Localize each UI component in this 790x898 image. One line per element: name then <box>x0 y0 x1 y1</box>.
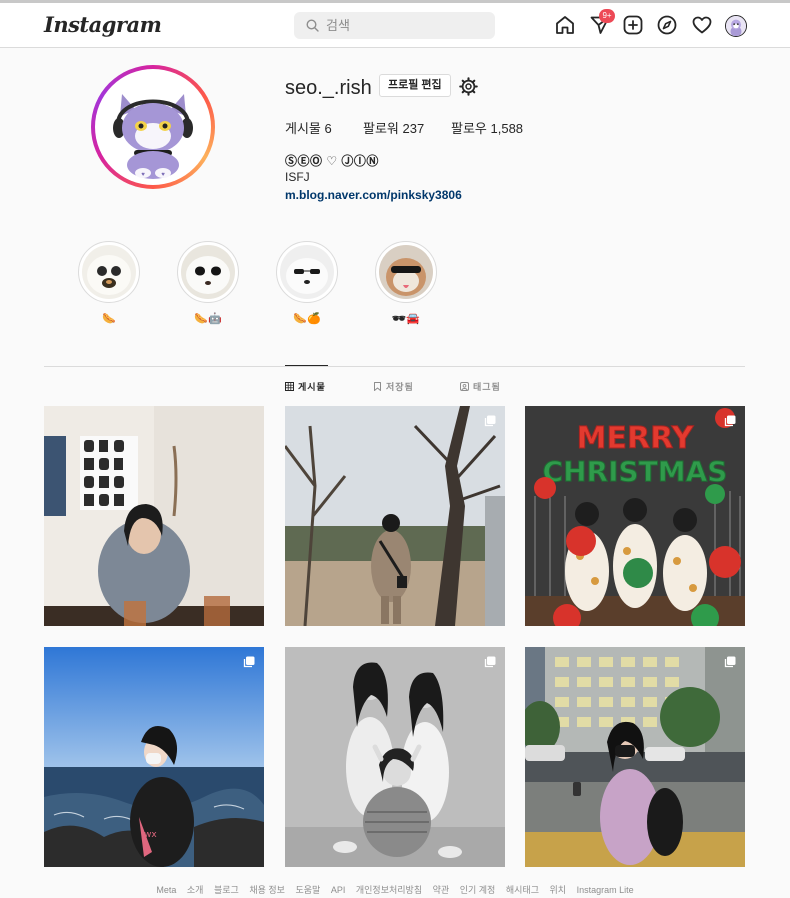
highlight-label: 🌭 <box>102 313 116 325</box>
post-image: MERRY CHRISTMAS <box>525 406 745 626</box>
posts-count: 게시물 6 <box>285 121 332 136</box>
new-post-icon <box>623 15 643 35</box>
post-thumbnail[interactable]: MERRY CHRISTMAS <box>525 406 745 626</box>
following-count[interactable]: 팔로우 1,588 <box>451 118 523 137</box>
svg-text:♥: ♥ <box>161 172 165 178</box>
search-input[interactable] <box>326 15 486 36</box>
grid-icon <box>285 382 294 391</box>
home-icon <box>556 16 574 34</box>
post-image <box>285 406 505 626</box>
post-thumbnail[interactable]: wx <box>44 647 264 867</box>
multiple-photos-icon <box>724 415 736 427</box>
tabs-divider <box>44 366 745 367</box>
multiple-photos-icon <box>724 656 736 668</box>
tab-saved[interactable]: 저장됨 <box>373 380 414 393</box>
explore-button[interactable] <box>656 14 678 36</box>
highlight-cover <box>280 245 334 299</box>
multiple-photos-icon <box>484 415 496 427</box>
bookmark-icon <box>374 382 381 391</box>
highlight-cover <box>181 245 235 299</box>
tab-posts-label: 게시물 <box>298 382 326 392</box>
settings-gear-icon[interactable] <box>459 77 478 96</box>
tab-tagged[interactable]: 태그됨 <box>460 380 501 393</box>
footer-link-privacy[interactable]: 개인정보처리방침 <box>356 885 422 895</box>
highlight-item[interactable]: 🌭🍊 <box>276 241 338 325</box>
tab-saved-label: 저장됨 <box>386 382 414 392</box>
post-thumbnail[interactable] <box>525 647 745 867</box>
edit-profile-button[interactable]: 프로필 편집 <box>379 74 451 97</box>
highlight-cover <box>379 245 433 299</box>
activity-button[interactable] <box>691 14 713 36</box>
followers-count[interactable]: 팔로워 237 <box>363 118 424 137</box>
footer-link-top-accounts[interactable]: 인기 계정 <box>460 885 496 895</box>
post-image <box>285 647 505 867</box>
footer-link-instagram-lite[interactable]: Instagram Lite <box>577 885 634 895</box>
profile-bio: ISFJ <box>285 170 310 184</box>
post-thumbnail[interactable] <box>285 647 505 867</box>
footer-link-jobs[interactable]: 채용 정보 <box>249 885 285 895</box>
explore-icon <box>657 15 677 35</box>
svg-text:wx: wx <box>144 830 157 840</box>
footer-link-api[interactable]: API <box>331 885 346 895</box>
highlight-cover <box>82 245 136 299</box>
direct-messages-button[interactable]: 9+ <box>589 9 615 36</box>
footer-link-blog[interactable]: 블로그 <box>214 885 239 895</box>
post-thumbnail[interactable] <box>44 406 264 626</box>
svg-text:♥: ♥ <box>141 172 145 178</box>
multiple-photos-icon <box>243 656 255 668</box>
heart-icon <box>692 16 712 34</box>
active-tab-indicator <box>285 365 328 366</box>
svg-text:MERRY: MERRY <box>577 421 695 456</box>
avatar-image <box>726 16 746 36</box>
tab-posts[interactable]: 게시물 <box>285 380 326 393</box>
post-image <box>525 647 745 867</box>
tab-tagged-label: 태그됨 <box>473 382 501 392</box>
footer-link-hashtags[interactable]: 해시태그 <box>506 885 539 895</box>
tagged-user-icon <box>460 382 469 391</box>
svg-text:CHRISTMAS: CHRISTMAS <box>543 455 728 488</box>
profile-picture: ♥ ♥ <box>98 72 208 182</box>
multiple-photos-icon <box>484 656 496 668</box>
notification-badge: 9+ <box>599 9 615 23</box>
highlight-item[interactable]: 🌭🤖 <box>177 241 239 325</box>
post-thumbnail[interactable] <box>285 406 505 626</box>
profile-display-name: ⓈⒺⓄ ♡ ⒿⒾⓃ <box>285 154 379 168</box>
new-post-button[interactable] <box>622 14 644 36</box>
footer-link-about[interactable]: 소개 <box>187 885 204 895</box>
home-button[interactable] <box>554 14 576 36</box>
search-box[interactable] <box>294 12 495 39</box>
post-image <box>44 406 264 626</box>
profile-username: seo._.rish <box>285 77 372 99</box>
instagram-logo[interactable]: Instagram <box>44 12 162 37</box>
highlight-label: 🕶🚘 <box>392 313 420 325</box>
footer-link-locations[interactable]: 위치 <box>550 885 567 895</box>
profile-picture-ring[interactable]: ♥ ♥ <box>91 65 215 189</box>
profile-website-link[interactable]: m.blog.naver.com/pinksky3806 <box>285 188 462 202</box>
highlight-item[interactable]: 🕶🚘 <box>375 241 437 325</box>
top-navigation-bar: Instagram 9+ <box>0 3 790 48</box>
highlight-label: 🌭🤖 <box>194 313 222 325</box>
search-icon <box>306 19 319 32</box>
footer-link-help[interactable]: 도움말 <box>295 885 320 895</box>
highlight-item[interactable]: 🌭 <box>78 241 140 325</box>
footer-link-terms[interactable]: 약관 <box>433 885 450 895</box>
footer-link-meta[interactable]: Meta <box>156 885 176 895</box>
post-image: wx <box>44 647 264 867</box>
highlight-label: 🌭🍊 <box>293 313 321 325</box>
footer-links: Meta 소개 블로그 채용 정보 도움말 API 개인정보처리방침 약관 인기… <box>0 883 790 896</box>
avatar[interactable] <box>725 15 747 37</box>
